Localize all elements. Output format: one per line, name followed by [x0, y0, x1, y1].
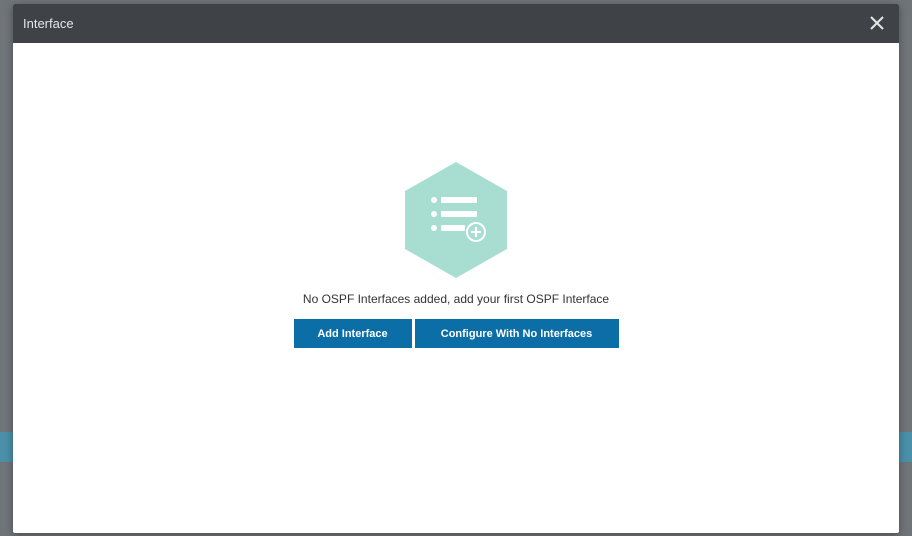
empty-state: No OSPF Interfaces added, add your first…	[13, 160, 899, 348]
dialog-header: Interface	[13, 4, 899, 43]
configure-with-no-interfaces-button[interactable]: Configure With No Interfaces	[414, 319, 619, 348]
dialog-title: Interface	[23, 16, 74, 31]
empty-message: No OSPF Interfaces added, add your first…	[302, 292, 610, 306]
list-add-icon	[405, 162, 507, 278]
action-buttons: Add Interface Configure With No Interfac…	[13, 319, 899, 348]
interface-dialog: Interface No OSPF Interfaces added, add …	[13, 4, 899, 533]
close-icon[interactable]	[867, 13, 887, 33]
add-interface-button[interactable]: Add Interface	[293, 319, 412, 348]
